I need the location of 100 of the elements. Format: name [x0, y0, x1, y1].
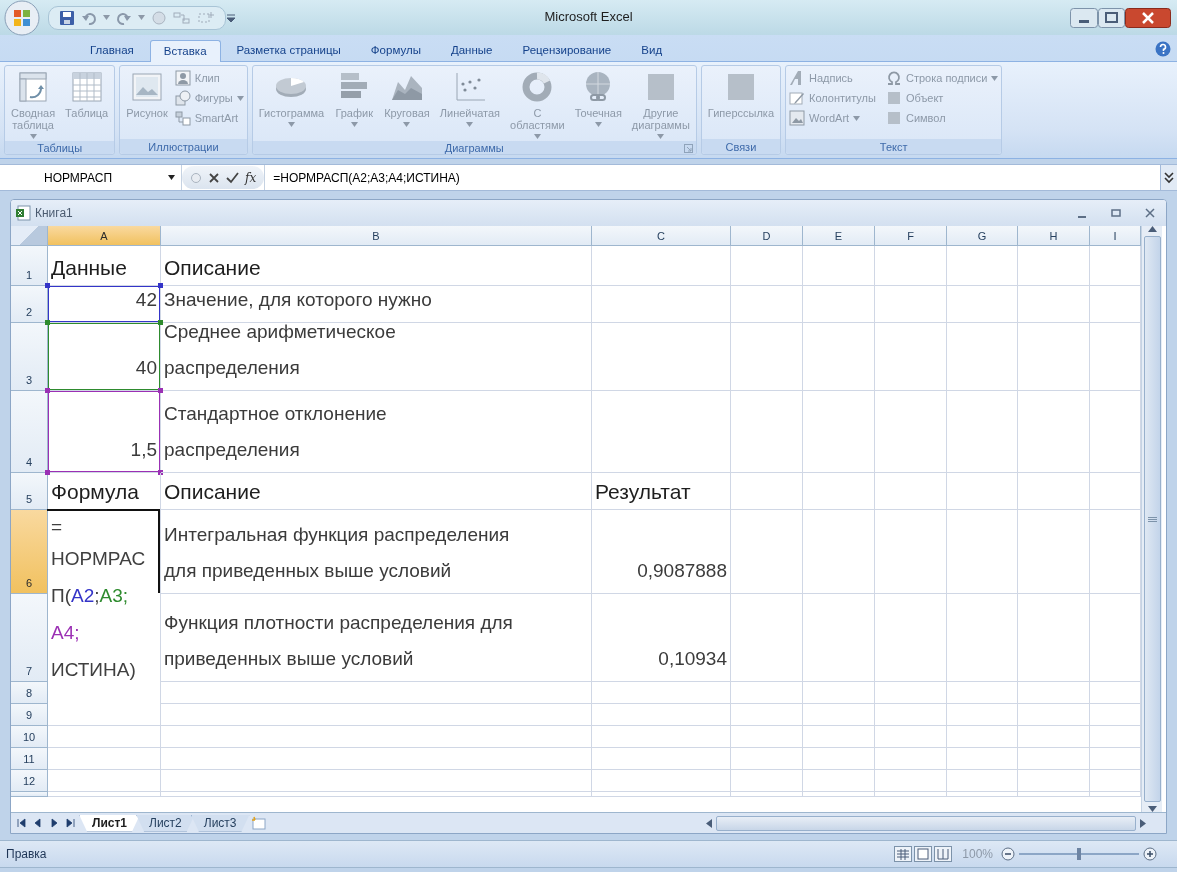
empty-cell: [947, 246, 1018, 286]
picture-icon: [789, 110, 805, 126]
check-icon[interactable]: [226, 171, 239, 184]
restore-icon[interactable]: [1110, 207, 1122, 219]
empty-cell: [875, 748, 947, 770]
empty-cell: [803, 286, 875, 323]
column-header[interactable]: E: [803, 226, 875, 246]
minimize-button[interactable]: [1070, 7, 1098, 28]
row-header[interactable]: [11, 792, 48, 797]
row-header[interactable]: 11: [11, 748, 48, 770]
horizontal-scrollbar[interactable]: [706, 815, 1146, 831]
empty-cell: [1018, 770, 1090, 792]
zoom-level: 100%: [962, 847, 993, 861]
empty-cell: [947, 726, 1018, 748]
row-header[interactable]: 7: [11, 594, 48, 682]
table-cell: Среднее арифметическое распределения: [161, 323, 592, 391]
page-break-icon[interactable]: [934, 846, 953, 862]
column-header[interactable]: F: [875, 226, 947, 246]
group-title: Текст: [879, 140, 908, 153]
table-cell: 1,5: [48, 391, 161, 473]
scroll-right-icon: [1140, 818, 1146, 828]
ribbon-tab[interactable]: Формулы: [356, 39, 435, 61]
empty-cell: [731, 682, 803, 704]
ribbon-tab[interactable]: Разметка страницы: [222, 39, 355, 61]
sheet-tab[interactable]: Лист2: [136, 814, 195, 832]
table-cell: 0,10934: [592, 594, 731, 682]
page-layout-icon[interactable]: [914, 846, 933, 862]
row-header[interactable]: 1: [11, 246, 48, 286]
diagram-icon: [174, 110, 191, 126]
row-header[interactable]: 9: [11, 704, 48, 726]
caret-icon: [103, 15, 110, 20]
last-sheet-icon[interactable]: [65, 818, 75, 828]
cancel-icon[interactable]: [208, 171, 220, 184]
row-header[interactable]: 6: [11, 510, 48, 594]
empty-cell: [875, 682, 947, 704]
vertical-scrollbar[interactable]: [1141, 226, 1162, 812]
row-header[interactable]: 12: [11, 770, 48, 792]
formula-field[interactable]: =НОРМРАСП(A2;A3;A4;ИСТИНА): [273, 170, 460, 185]
column-header[interactable]: B: [161, 226, 592, 246]
help-icon[interactable]: [1155, 41, 1171, 57]
empty-cell: [875, 323, 947, 391]
empty-cell: [1018, 286, 1090, 323]
group-title: Иллюстрации: [148, 140, 219, 153]
column-header[interactable]: C: [592, 226, 731, 246]
row-header[interactable]: 10: [11, 726, 48, 748]
ribbon-tab[interactable]: Вид: [627, 39, 677, 61]
circle-icon: [190, 171, 202, 184]
table-cell: Стандартное отклонение распределения: [161, 391, 592, 473]
row-header[interactable]: 5: [11, 473, 48, 510]
insert-function-button[interactable]: fx: [245, 170, 257, 185]
empty-cell: [803, 704, 875, 726]
save-icon[interactable]: [59, 9, 75, 26]
previous-sheet-icon[interactable]: [33, 818, 43, 828]
window-title: Microsoft Excel: [544, 9, 633, 24]
table-cell: Описание: [161, 246, 592, 286]
empty-cell: [947, 473, 1018, 510]
empty-cell: [1018, 704, 1090, 726]
zoom-in-icon[interactable]: [1143, 847, 1157, 861]
ribbon-tab[interactable]: Главная: [76, 39, 148, 61]
empty-cell: [1018, 682, 1090, 704]
row-header[interactable]: 4: [11, 391, 48, 473]
empty-cell: [731, 473, 803, 510]
empty-cell: [1018, 748, 1090, 770]
column-header[interactable]: A: [48, 226, 161, 246]
empty-cell: [1018, 246, 1090, 286]
row-header[interactable]: 2: [11, 286, 48, 323]
ribbon-tab[interactable]: Данные: [436, 39, 507, 61]
first-sheet-icon[interactable]: [17, 818, 27, 828]
portrait-icon: [174, 70, 191, 86]
next-sheet-icon[interactable]: [49, 818, 59, 828]
empty-cell: [1018, 323, 1090, 391]
close-button[interactable]: [1125, 7, 1171, 28]
ribbon-tab[interactable]: Вставка: [149, 40, 221, 62]
sheet-tab[interactable]: Лист3: [190, 814, 250, 832]
office-button[interactable]: [4, 0, 40, 36]
empty-cell: [1018, 726, 1090, 748]
empty-cell: [947, 704, 1018, 726]
formula-cell[interactable]: = НОРМРАС П(A2;A3; A4; ИСТИНА): [48, 510, 161, 704]
expand-icon[interactable]: [1164, 171, 1174, 184]
column-header[interactable]: D: [731, 226, 803, 246]
group-title: Таблицы: [37, 141, 83, 154]
row-header[interactable]: 8: [11, 682, 48, 704]
zoom-out-icon[interactable]: [1001, 847, 1015, 861]
insert-sheet-icon[interactable]: [249, 816, 268, 830]
workbook-title: Книга1: [35, 206, 73, 220]
slider-thumb[interactable]: [1077, 848, 1081, 860]
maximize-button[interactable]: [1098, 7, 1125, 28]
column-header[interactable]: I: [1090, 226, 1141, 246]
table-cell: Интегральная функция распределения для приведенных выше условий: [161, 510, 592, 594]
column-header[interactable]: H: [1018, 226, 1090, 246]
row-header[interactable]: 3: [11, 323, 48, 391]
close-icon[interactable]: [1144, 207, 1156, 219]
box-icon: [885, 110, 902, 126]
empty-cell: [803, 726, 875, 748]
customize-caret-icon[interactable]: [226, 12, 236, 23]
empty-cell: [875, 704, 947, 726]
name-box[interactable]: НОРМРАСП: [0, 165, 182, 190]
ribbon-tab[interactable]: Рецензирование: [508, 39, 626, 61]
normal-view-icon[interactable]: [894, 846, 913, 862]
column-header[interactable]: G: [947, 226, 1018, 246]
